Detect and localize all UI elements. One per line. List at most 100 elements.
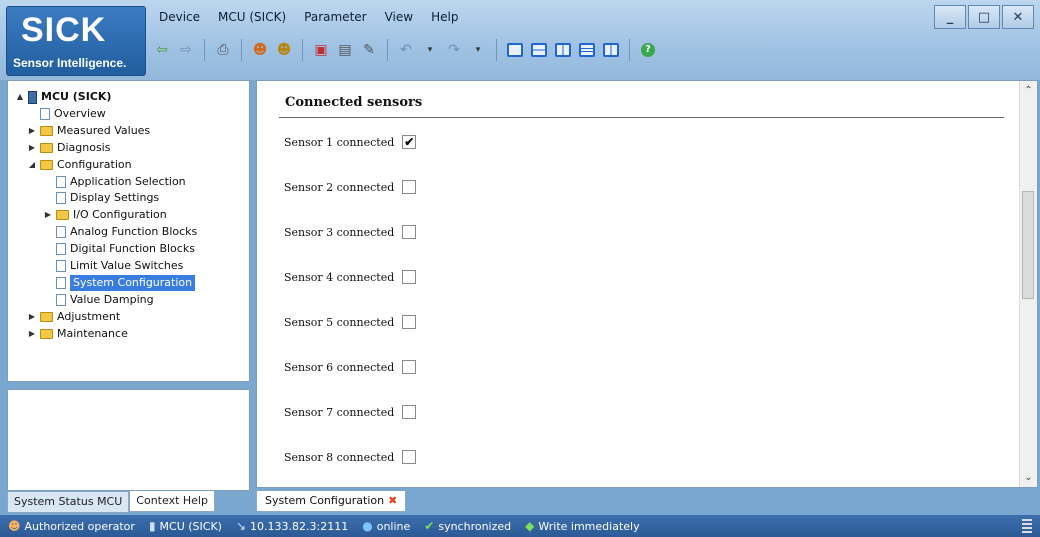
redo-icon[interactable]: ↷ — [444, 40, 464, 60]
redo-dropdown-icon[interactable]: ▾ — [468, 40, 488, 60]
status-bar: ☻ Authorized operator ▮ MCU (SICK) ↘ 10.… — [0, 515, 1040, 537]
menu-view[interactable]: View — [376, 8, 422, 26]
tree-item[interactable]: Digital Function Blocks — [44, 241, 195, 257]
sensor-5-checkbox[interactable] — [402, 315, 417, 329]
menu-device[interactable]: Device — [150, 8, 209, 26]
tab-system-status-mcu[interactable]: System Status MCU — [7, 491, 130, 513]
sensor-4-checkbox[interactable] — [402, 270, 417, 284]
status-device: ▮ MCU (SICK) — [149, 519, 222, 533]
user-login-icon[interactable]: ☻ — [250, 40, 270, 60]
scrollbar-thumb[interactable] — [1022, 191, 1034, 299]
layout-horizontal-icon[interactable] — [529, 40, 549, 60]
tree-item[interactable]: ▶ Diagnosis — [28, 140, 111, 156]
tree-item[interactable]: Application Selection — [44, 174, 186, 190]
sensor-row: Sensor 6 connected — [284, 360, 417, 374]
sensor-7-checkbox[interactable] — [402, 405, 417, 419]
undo-icon[interactable]: ↶ — [396, 40, 416, 60]
minimize-button[interactable]: _ — [934, 5, 966, 29]
folder-icon — [40, 159, 53, 170]
status-address-label: 10.133.82.3:2111 — [250, 519, 349, 533]
layout-triple-icon[interactable] — [577, 40, 597, 60]
sensor-label: Sensor 2 connected — [284, 180, 395, 194]
sensor-label: Sensor 1 connected — [284, 135, 395, 149]
toolbar-separator — [496, 39, 497, 61]
user-icon: ☻ — [8, 519, 21, 533]
window-controls: _ □ ✕ — [934, 5, 1034, 29]
expand-arrow-icon[interactable]: ▶ — [28, 123, 36, 139]
tree-item-label: Digital Function Blocks — [70, 242, 195, 256]
sensor-label: Sensor 4 connected — [284, 270, 395, 284]
tree-item[interactable]: ▶ I/O Configuration — [44, 207, 167, 223]
toolbar-separator — [204, 39, 205, 61]
tree-item-label: Value Damping — [70, 292, 154, 306]
sensor-8-checkbox[interactable] — [402, 450, 417, 464]
tree-item[interactable]: Overview — [28, 106, 106, 122]
connection-icon: ↘ — [235, 519, 247, 533]
tree-item-label: Limit Value Switches — [70, 259, 184, 272]
forward-arrow-icon[interactable]: ⇨ — [176, 40, 196, 60]
expand-arrow-icon[interactable]: ▶ — [44, 207, 52, 223]
undo-dropdown-icon[interactable]: ▾ — [420, 40, 440, 60]
tab-context-help[interactable]: Context Help — [129, 491, 215, 512]
toolbar-separator — [629, 39, 630, 61]
help-icon[interactable]: ? — [638, 40, 658, 60]
layout-vertical-icon[interactable] — [553, 40, 573, 60]
menu-mcu[interactable]: MCU (SICK) — [209, 8, 295, 26]
tree-item[interactable]: ▲ MCU (SICK) — [16, 89, 111, 105]
status-user-label: Authorized operator — [24, 519, 135, 533]
tool-icon[interactable]: ✎ — [359, 40, 379, 60]
vertical-scrollbar[interactable]: ⌃ ⌄ — [1019, 81, 1037, 487]
sensor-1-checkbox[interactable]: ✔ — [402, 135, 417, 149]
toolbar-separator — [302, 39, 303, 61]
tree-item[interactable]: Analog Function Blocks — [44, 224, 197, 240]
sensor-label: Sensor 3 connected — [284, 225, 395, 239]
user-logout-icon[interactable]: ☻ — [274, 40, 294, 60]
logo-brand: SICK — [21, 11, 107, 49]
tree-item[interactable]: ▶ Measured Values — [28, 123, 150, 139]
sensor-2-checkbox[interactable] — [402, 180, 417, 194]
back-arrow-icon[interactable]: ⇦ — [152, 40, 172, 60]
tree-item[interactable]: Value Damping — [44, 292, 154, 308]
content-tabs: System Configuration ✖ — [256, 491, 407, 512]
page-icon — [56, 260, 66, 272]
sensor-row: Sensor 2 connected — [284, 180, 417, 194]
tree-item[interactable]: System Configuration — [44, 274, 196, 291]
tab-system-configuration[interactable]: System Configuration ✖ — [256, 491, 407, 512]
document-icon[interactable]: ▤ — [335, 40, 355, 60]
close-button[interactable]: ✕ — [1002, 5, 1034, 29]
layout-quad-icon[interactable] — [601, 40, 621, 60]
sensor-3-checkbox[interactable] — [402, 225, 417, 239]
resize-grip-icon[interactable] — [1022, 519, 1032, 533]
tree-item[interactable]: Limit Value Switches — [44, 258, 183, 274]
expand-arrow-icon[interactable]: ▶ — [28, 326, 36, 342]
status-user: ☻ Authorized operator — [8, 519, 135, 533]
tree-item-label: Analog Function Blocks — [70, 225, 198, 239]
expand-arrow-icon[interactable]: ▶ — [28, 309, 36, 325]
tab-label: System Configuration — [265, 494, 385, 507]
tree-item-label: Display Settings — [70, 191, 160, 205]
expand-arrow-icon[interactable]: ▲ — [16, 89, 24, 105]
layout-single-icon[interactable] — [505, 40, 525, 60]
status-device-label: MCU (SICK) — [159, 519, 222, 533]
scroll-down-icon[interactable]: ⌄ — [1020, 472, 1037, 483]
report-icon[interactable]: ▣ — [311, 40, 331, 60]
menu-parameter[interactable]: Parameter — [295, 8, 375, 26]
scroll-up-icon[interactable]: ⌃ — [1020, 85, 1037, 96]
tree-item[interactable]: ▶ Maintenance — [28, 326, 128, 342]
tree-item[interactable]: ▶ Adjustment — [28, 309, 120, 325]
sensor-label: Sensor 8 connected — [284, 450, 395, 464]
expand-arrow-icon[interactable]: ◢ — [28, 157, 36, 173]
globe-icon: ● — [362, 519, 373, 533]
sensor-row: Sensor 5 connected — [284, 315, 417, 329]
close-tab-icon[interactable]: ✖ — [388, 491, 397, 511]
left-tabs: System Status MCU Context Help — [7, 491, 215, 513]
print-icon[interactable]: ⎙ — [213, 40, 233, 60]
maximize-button[interactable]: □ — [968, 5, 1000, 29]
toolbar-separator — [241, 39, 242, 61]
expand-arrow-icon[interactable]: ▶ — [28, 140, 36, 156]
sensor-label: Sensor 6 connected — [284, 360, 395, 374]
menu-help[interactable]: Help — [422, 8, 467, 26]
tree-item[interactable]: ◢ Configuration — [28, 157, 132, 173]
sensor-6-checkbox[interactable] — [402, 360, 417, 374]
tree-item[interactable]: Display Settings — [44, 190, 159, 206]
